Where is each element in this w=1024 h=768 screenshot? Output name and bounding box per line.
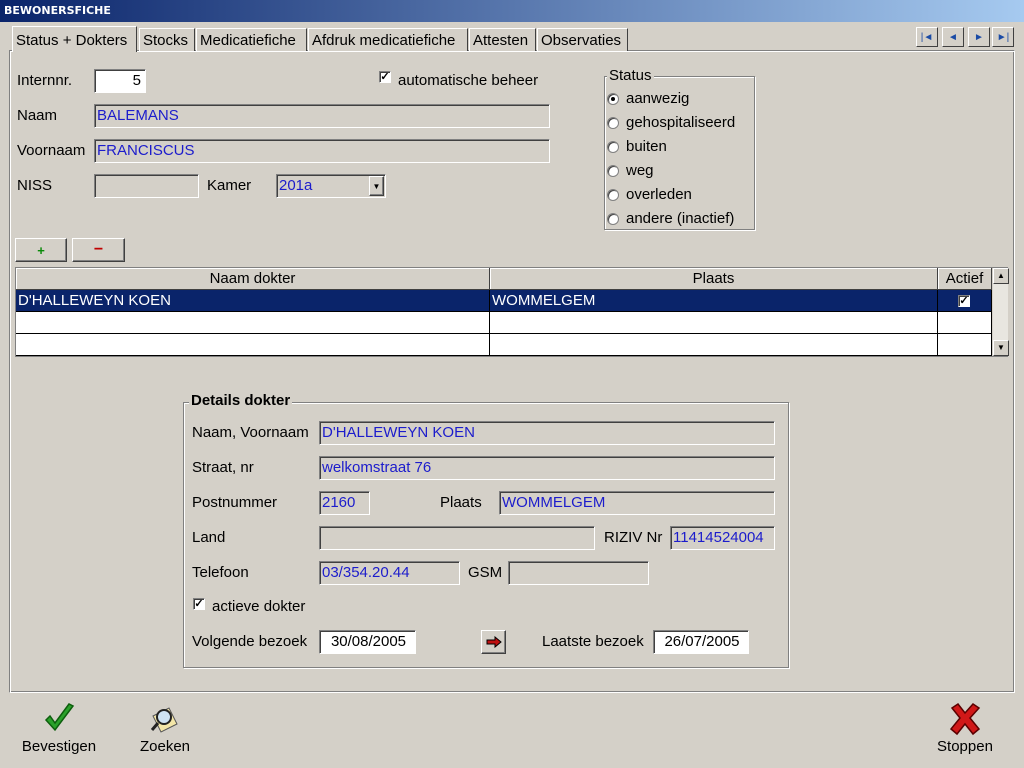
cell-empty: [938, 334, 992, 356]
auto-beheer-checkbox[interactable]: ✓: [379, 71, 391, 83]
confirm-label: Bevestigen: [21, 738, 97, 755]
tab-afdruk-medicatiefiche[interactable]: Afdruk medicatiefiche: [308, 28, 468, 51]
tab-stocks[interactable]: Stocks: [139, 28, 195, 51]
status-radio-buiten[interactable]: [607, 141, 619, 153]
details-naam-label: Naam, Voornaam: [192, 424, 309, 441]
tab-status-dokters[interactable]: Status + Dokters: [12, 26, 137, 52]
status-radio-weg[interactable]: [607, 165, 619, 177]
vertical-scrollbar[interactable]: ▲ ▼: [992, 268, 1009, 356]
cell-actief: ✓: [938, 290, 992, 312]
status-group-title: Status: [607, 67, 654, 84]
column-header-naam[interactable]: Naam dokter: [16, 268, 490, 290]
magnifier-icon: [150, 707, 178, 733]
stop-button[interactable]: Stoppen: [926, 700, 1004, 760]
column-header-plaats[interactable]: Plaats: [490, 268, 938, 290]
next-record-button[interactable]: ►: [968, 27, 990, 47]
status-radio-overleden[interactable]: [607, 189, 619, 201]
cell-empty: [16, 334, 490, 356]
cell-naam: D'HALLEWEYN KOEN: [16, 290, 490, 312]
niss-field[interactable]: [94, 174, 199, 198]
naam-field[interactable]: BALEMANS: [94, 104, 550, 128]
voornaam-label: Voornaam: [17, 142, 86, 159]
doctors-table: Naam dokter Plaats Actief D'HALLEWEYN KO…: [15, 267, 1009, 357]
add-doctor-button[interactable]: +: [15, 238, 67, 262]
volgende-bezoek-label: Volgende bezoek: [192, 633, 308, 650]
cell-plaats: WOMMELGEM: [490, 290, 938, 312]
auto-beheer-label: automatische beheer: [398, 72, 539, 89]
status-radio-andere[interactable]: [607, 213, 619, 225]
tab-observaties[interactable]: Observaties: [537, 28, 628, 51]
last-record-button[interactable]: ►|: [992, 27, 1014, 47]
search-label: Zoeken: [139, 738, 191, 755]
tab-attesten[interactable]: Attesten: [469, 28, 536, 51]
details-plaats-label: Plaats: [440, 494, 482, 511]
status-label-weg: weg: [626, 162, 654, 179]
details-riziv-field[interactable]: 11414524004: [670, 526, 775, 550]
checkmark-icon: [44, 703, 75, 732]
status-label-overleden: overleden: [626, 186, 692, 203]
remove-doctor-button[interactable]: −: [72, 238, 125, 262]
details-gsm-field[interactable]: [508, 561, 649, 585]
internnr-field[interactable]: 5: [94, 69, 146, 93]
internnr-label: Internnr.: [17, 72, 73, 89]
details-land-field[interactable]: [319, 526, 595, 550]
details-land-label: Land: [192, 529, 226, 546]
table-row[interactable]: [16, 312, 992, 334]
right-arrow-icon: [486, 636, 502, 648]
status-label-andere: andere (inactief): [626, 210, 735, 227]
tab-medicatiefiche[interactable]: Medicatiefiche: [196, 28, 307, 51]
details-telefoon-field[interactable]: 03/354.20.44: [319, 561, 460, 585]
table-row[interactable]: D'HALLEWEYN KOEN WOMMELGEM ✓: [16, 290, 992, 312]
details-dokter-title: Details dokter: [189, 392, 293, 409]
status-radio-aanwezig[interactable]: [607, 93, 619, 105]
cell-empty: [16, 312, 490, 334]
details-postnummer-label: Postnummer: [192, 494, 278, 511]
volgende-bezoek-field[interactable]: 30/08/2005: [319, 630, 416, 654]
row-actief-checkbox[interactable]: ✓: [958, 295, 970, 307]
details-straat-field[interactable]: welkomstraat 76: [319, 456, 775, 480]
status-label-buiten: buiten: [626, 138, 667, 155]
previous-record-button[interactable]: ◄: [942, 27, 964, 47]
actieve-dokter-label: actieve dokter: [212, 598, 306, 615]
details-riziv-label: RIZIV Nr: [604, 529, 663, 546]
cell-empty: [490, 312, 938, 334]
cell-empty: [938, 312, 992, 334]
confirm-button[interactable]: Bevestigen: [14, 700, 104, 760]
status-label-gehospitaliseerd: gehospitaliseerd: [626, 114, 736, 131]
details-telefoon-label: Telefoon: [192, 564, 249, 581]
details-plaats-field[interactable]: WOMMELGEM: [499, 491, 775, 515]
plus-icon: +: [37, 242, 45, 258]
search-button[interactable]: Zoeken: [128, 700, 202, 760]
first-record-button[interactable]: |◄: [916, 27, 938, 47]
details-naam-field[interactable]: D'HALLEWEYN KOEN: [319, 421, 775, 445]
column-header-actief[interactable]: Actief: [938, 268, 992, 290]
naam-label: Naam: [17, 107, 58, 124]
window-title: BEWONERSFICHE: [0, 0, 1024, 22]
voornaam-field[interactable]: FRANCISCUS: [94, 139, 550, 163]
chevron-down-icon[interactable]: ▼: [369, 176, 384, 196]
details-postnummer-field[interactable]: 2160: [319, 491, 370, 515]
cell-empty: [490, 334, 938, 356]
actieve-dokter-checkbox[interactable]: ✓: [193, 598, 205, 610]
niss-label: NISS: [17, 177, 53, 194]
kamer-label: Kamer: [207, 177, 252, 194]
scroll-down-icon[interactable]: ▼: [993, 340, 1009, 356]
copy-date-button[interactable]: [481, 630, 506, 654]
laatste-bezoek-label: Laatste bezoek: [542, 633, 644, 650]
table-row[interactable]: [16, 334, 992, 356]
stop-label: Stoppen: [937, 738, 993, 755]
details-straat-label: Straat, nr: [192, 459, 254, 476]
kamer-value: 201a: [279, 177, 313, 194]
minus-icon: −: [93, 241, 104, 258]
status-label-aanwezig: aanwezig: [626, 90, 690, 107]
laatste-bezoek-field[interactable]: 26/07/2005: [653, 630, 749, 654]
scroll-up-icon[interactable]: ▲: [993, 268, 1009, 284]
red-x-icon: [949, 702, 981, 736]
status-radio-gehospitaliseerd[interactable]: [607, 117, 619, 129]
details-gsm-label: GSM: [468, 564, 503, 581]
